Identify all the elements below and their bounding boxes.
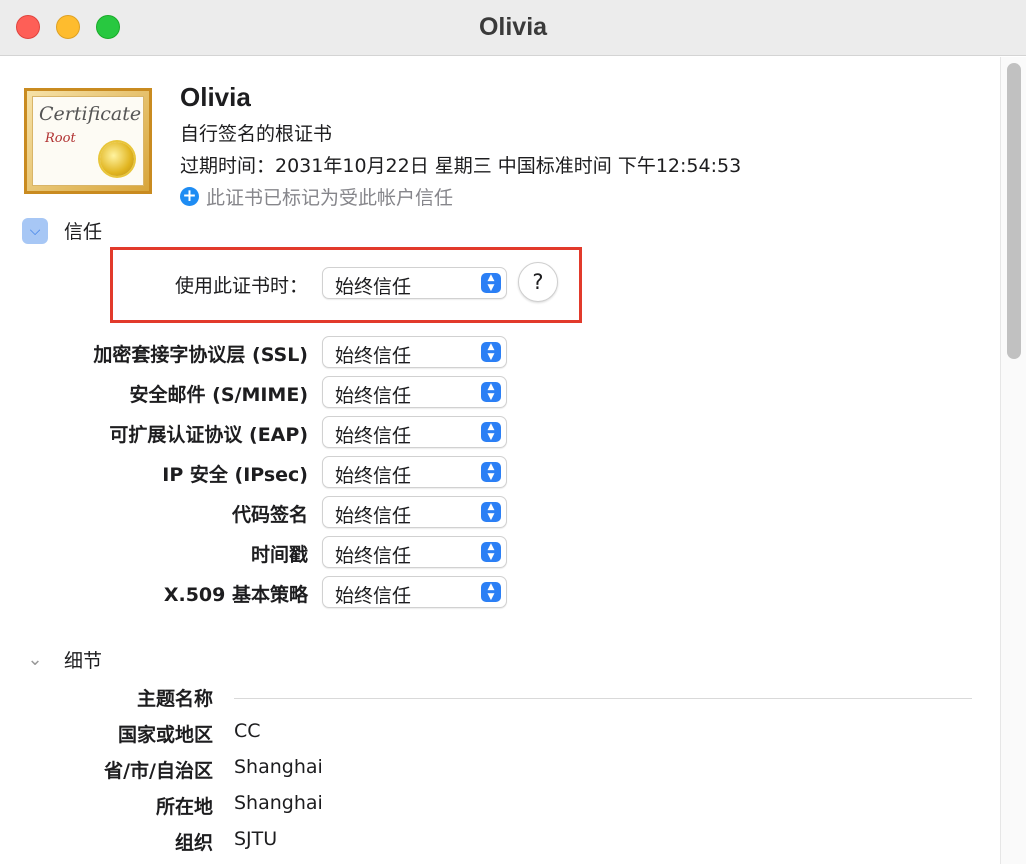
trust-policy-value: 始终信任 bbox=[335, 345, 412, 367]
title-bar: Olivia bbox=[0, 0, 1026, 56]
trust-policy-label: 加密套接字协议层 (SSL) bbox=[93, 344, 308, 366]
popup-stepper-icon: ▲ ▼ bbox=[481, 462, 501, 482]
trust-policy-row: 代码签名 始终信任 ▲ ▼ bbox=[0, 496, 600, 530]
certificate-image-title: Certificate bbox=[39, 103, 142, 125]
scrollbar-thumb[interactable] bbox=[1007, 63, 1021, 359]
trust-policy-popup[interactable]: 始终信任 ▲ ▼ bbox=[322, 336, 507, 368]
divider bbox=[234, 698, 972, 699]
detail-value: Shanghai bbox=[234, 756, 323, 778]
trust-policy-label: 可扩展认证协议 (EAP) bbox=[109, 424, 308, 446]
detail-key: 所在地 bbox=[155, 796, 213, 818]
chevron-down-icon[interactable]: ⌵ bbox=[22, 217, 48, 244]
certificate-name: Olivia bbox=[180, 82, 251, 112]
popup-stepper-icon: ▲ ▼ bbox=[481, 582, 501, 602]
trust-policy-popup[interactable]: 始终信任 ▲ ▼ bbox=[322, 496, 507, 528]
detail-key: 国家或地区 bbox=[117, 724, 213, 746]
trust-status-text: 此证书已标记为受此帐户信任 bbox=[206, 187, 454, 209]
trust-policy-value: 始终信任 bbox=[335, 385, 412, 407]
popup-stepper-icon: ▲ ▼ bbox=[481, 422, 501, 442]
detail-row: 省/市/自治区 Shanghai bbox=[0, 756, 1000, 786]
certificate-image-subtitle: Root bbox=[45, 131, 76, 146]
trust-policy-row: 加密套接字协议层 (SSL) 始终信任 ▲ ▼ bbox=[0, 336, 600, 370]
trust-policy-popup[interactable]: 始终信任 ▲ ▼ bbox=[322, 376, 507, 408]
trust-policy-row: IP 安全 (IPsec) 始终信任 ▲ ▼ bbox=[0, 456, 600, 490]
plus-circle-icon: + bbox=[180, 187, 199, 206]
popup-stepper-icon: ▲ ▼ bbox=[481, 342, 501, 362]
trust-policy-popup[interactable]: 始终信任 ▲ ▼ bbox=[322, 456, 507, 488]
trust-policy-value: 始终信任 bbox=[335, 585, 412, 607]
details-section-header[interactable]: ⌄ 细节 bbox=[22, 646, 102, 673]
trust-policy-label: 代码签名 bbox=[231, 504, 308, 526]
certificate-paper: Certificate Root bbox=[32, 96, 144, 186]
detail-row: 组织 SJTU bbox=[0, 828, 1000, 858]
detail-value: Shanghai bbox=[234, 792, 323, 814]
seal-icon bbox=[100, 142, 134, 176]
popup-stepper-icon: ▲ ▼ bbox=[481, 382, 501, 402]
trust-section-title: 信任 bbox=[64, 221, 103, 243]
help-button[interactable]: ? bbox=[518, 262, 558, 302]
trust-policy-popup[interactable]: 始终信任 ▲ ▼ bbox=[322, 536, 507, 568]
trust-main-label: 使用此证书时： bbox=[174, 275, 308, 297]
trust-policy-row: X.509 基本策略 始终信任 ▲ ▼ bbox=[0, 576, 600, 610]
certificate-icon: Certificate Root bbox=[24, 88, 152, 194]
trust-policy-row: 安全邮件 (S/MIME) 始终信任 ▲ ▼ bbox=[0, 376, 600, 410]
detail-key: 组织 bbox=[174, 832, 213, 854]
popup-stepper-icon: ▲ ▼ bbox=[481, 273, 501, 293]
trust-policy-label: 安全邮件 (S/MIME) bbox=[129, 384, 308, 406]
vertical-scrollbar[interactable] bbox=[1000, 57, 1026, 864]
subject-name-header: 主题名称 bbox=[136, 688, 213, 710]
trust-policy-value: 始终信任 bbox=[335, 545, 412, 567]
subject-name-header-row: 主题名称 bbox=[0, 684, 1000, 714]
detail-row: 所在地 Shanghai bbox=[0, 792, 1000, 822]
chevron-down-icon[interactable]: ⌄ bbox=[22, 647, 48, 673]
trust-status-note: + 此证书已标记为受此帐户信任 bbox=[180, 183, 453, 210]
trust-main-row: 使用此证书时： 始终信任 ▲ ▼ bbox=[0, 267, 600, 301]
detail-value: CC bbox=[234, 720, 261, 742]
window-title: Olivia bbox=[478, 13, 548, 41]
popup-stepper-icon: ▲ ▼ bbox=[481, 542, 501, 562]
detail-key: 省/市/自治区 bbox=[104, 760, 213, 782]
certificate-detail-pane: Certificate Root Olivia 自行签名的根证书 过期时间：20… bbox=[0, 57, 1000, 864]
detail-value: SJTU bbox=[234, 828, 278, 850]
trust-policy-value: 始终信任 bbox=[335, 465, 412, 487]
certificate-expiry: 过期时间：2031年10月22日 星期三 中国标准时间 下午12:54:53 bbox=[180, 155, 742, 177]
trust-policy-row: 可扩展认证协议 (EAP) 始终信任 ▲ ▼ bbox=[0, 416, 600, 450]
trust-section-header[interactable]: ⌵ 信任 bbox=[22, 217, 102, 244]
detail-row: 国家或地区 CC bbox=[0, 720, 1000, 750]
certificate-type: 自行签名的根证书 bbox=[180, 123, 333, 145]
details-section-title: 细节 bbox=[64, 650, 103, 672]
trust-policy-value: 始终信任 bbox=[335, 505, 412, 527]
trust-main-popup[interactable]: 始终信任 ▲ ▼ bbox=[322, 267, 507, 299]
popup-stepper-icon: ▲ ▼ bbox=[481, 502, 501, 522]
trust-main-value: 始终信任 bbox=[335, 276, 412, 298]
trust-policy-label: X.509 基本策略 bbox=[163, 584, 308, 606]
trust-policy-label: 时间戳 bbox=[250, 544, 308, 566]
trust-policy-popup[interactable]: 始终信任 ▲ ▼ bbox=[322, 576, 507, 608]
trust-policy-label: IP 安全 (IPsec) bbox=[162, 464, 308, 486]
trust-policy-row: 时间戳 始终信任 ▲ ▼ bbox=[0, 536, 600, 570]
trust-policy-popup[interactable]: 始终信任 ▲ ▼ bbox=[322, 416, 507, 448]
trust-policy-value: 始终信任 bbox=[335, 425, 412, 447]
